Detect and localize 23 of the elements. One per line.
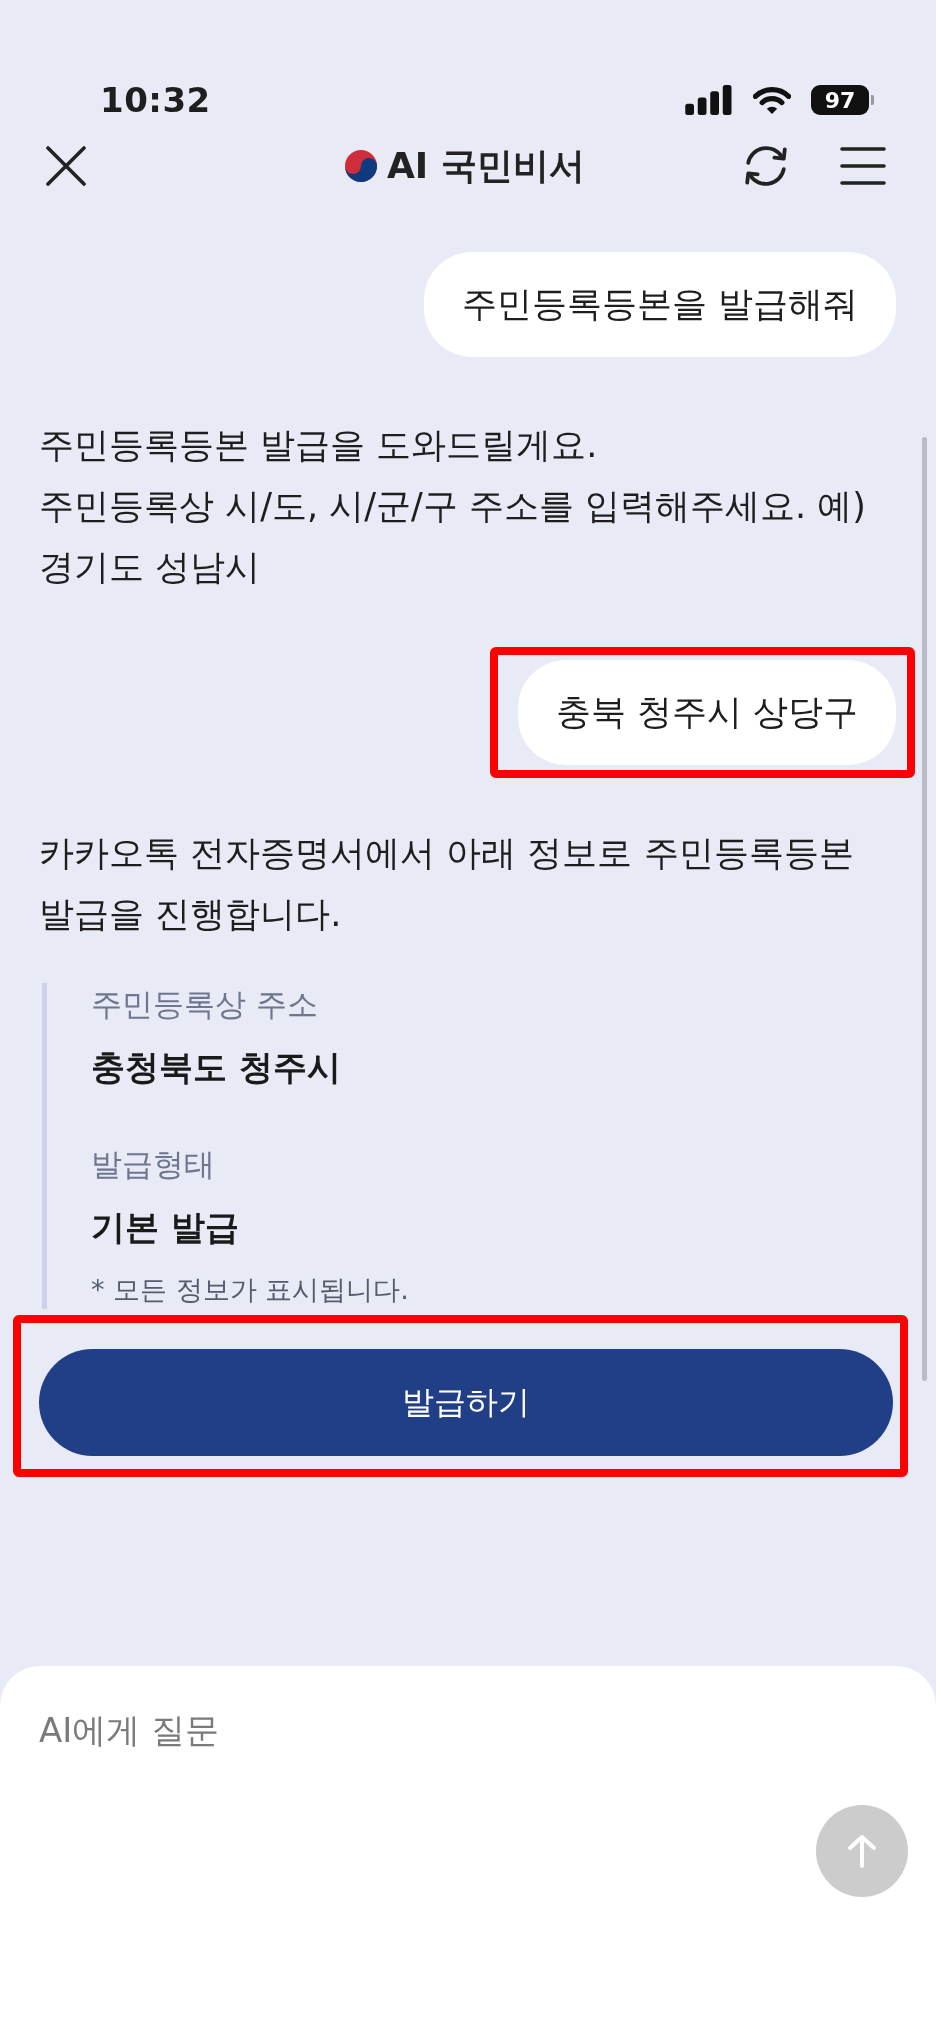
status-time: 10:32 [100, 80, 211, 120]
app-title: AI 국민비서 [387, 143, 585, 188]
field-label: 주민등록상 주소 [91, 985, 319, 1024]
issue-button[interactable]: 발급하기 [39, 1349, 893, 1456]
field-value: 기본 발급 [91, 1206, 240, 1249]
signal-icon [685, 85, 733, 115]
assistant-message: 주민등록상 시/도, 시/군/구 주소를 입력해주세요. 예) 경기도 성남시 [39, 485, 867, 589]
taegeuk-logo-icon [345, 150, 377, 182]
user-message: 충북 청주시 상당구 [517, 660, 896, 765]
assistant-message: 주민등록등본 발급을 도와드릴게요. [39, 424, 599, 467]
field-value: 충청북도 청주시 [91, 1046, 342, 1089]
question-field[interactable]: AI에게 질문 [39, 1708, 816, 1770]
menu-button[interactable] [840, 147, 886, 185]
close-button[interactable] [46, 146, 86, 186]
assistant-message: 카카오톡 전자증명서에서 아래 정보로 주민등록등본 발급을 진행합니다. [39, 832, 855, 936]
wifi-icon [753, 86, 791, 114]
info-note: * 모든 정보가 표시됩니다. [91, 1273, 409, 1307]
user-message: 주민등록등본을 발급해줘 [423, 252, 896, 357]
field-label: 발급형태 [91, 1145, 216, 1184]
menu-icon [840, 147, 886, 185]
arrow-up-icon [847, 1834, 877, 1868]
close-icon [46, 146, 86, 186]
battery-indicator: 97 [811, 85, 874, 115]
